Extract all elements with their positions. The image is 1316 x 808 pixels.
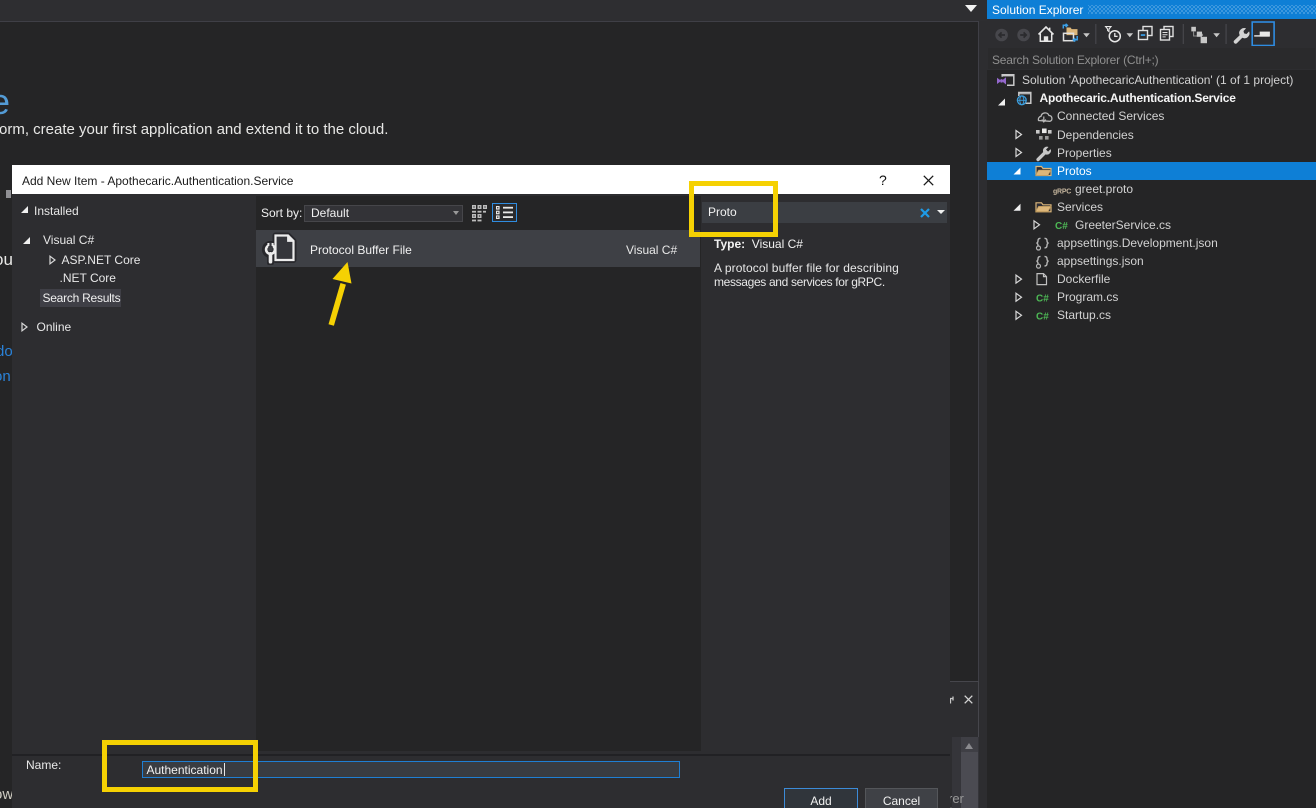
svg-text:C#: C# xyxy=(1036,293,1049,304)
svg-text:C#: C# xyxy=(1055,221,1068,232)
svg-text:gRPC: gRPC xyxy=(1053,189,1071,196)
svg-text:C#: C# xyxy=(1036,312,1049,323)
